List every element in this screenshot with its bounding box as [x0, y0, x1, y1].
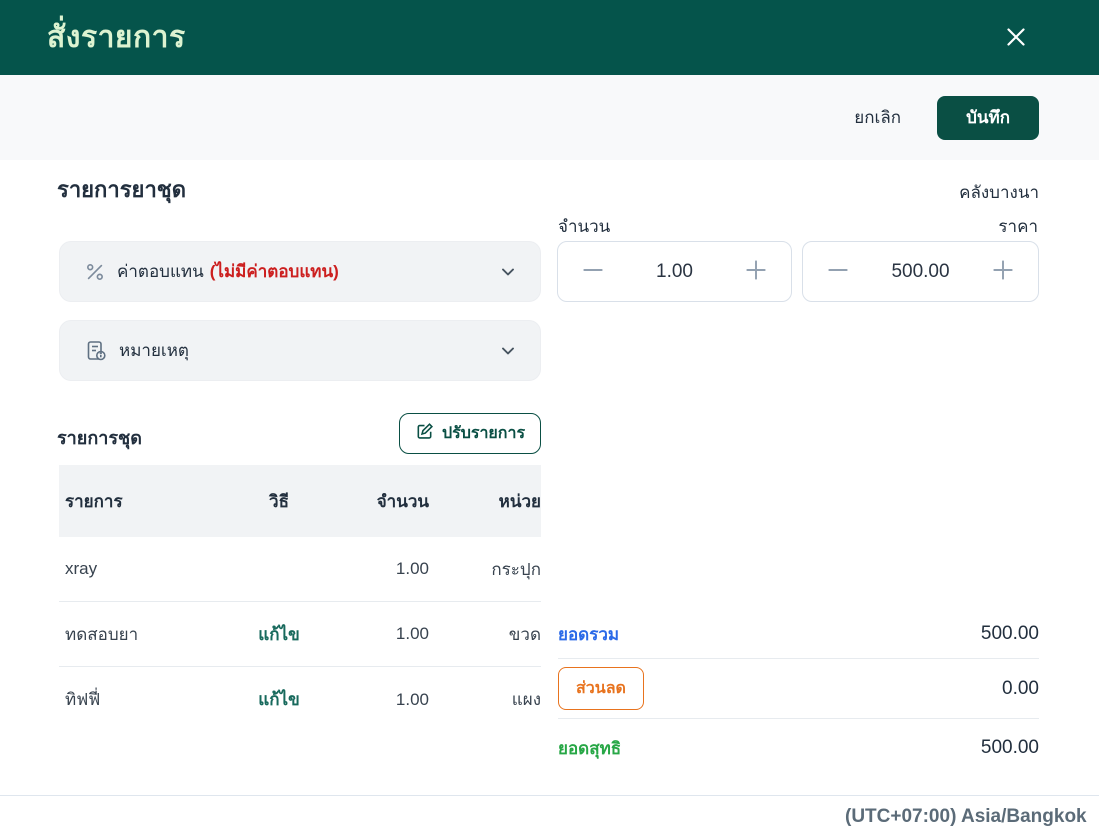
quantity-input[interactable]: 1.00 [656, 261, 693, 283]
price-increment-button[interactable] [990, 257, 1016, 286]
minus-icon [580, 257, 606, 286]
item-unit: แผง [511, 690, 541, 709]
adjust-items-label: ปรับรายการ [441, 425, 526, 442]
item-name: xray [65, 559, 98, 578]
close-button[interactable] [1004, 26, 1028, 50]
chevron-down-icon [498, 341, 518, 361]
dialog-toolbar: ยกเลิก บันทึก [0, 75, 1099, 160]
set-items-title: รายการชุด [57, 428, 142, 448]
discount-button[interactable]: ส่วนลด [558, 667, 644, 710]
col-header-method: วิธี [269, 491, 289, 511]
remark-panel[interactable]: หมายเหตุ [59, 320, 541, 381]
chevron-down-icon [498, 262, 518, 282]
edit-item-link[interactable]: แก้ไข [229, 686, 329, 713]
subtotal-row: ยอดรวม 500.00 [558, 610, 1039, 659]
footer-divider [0, 795, 1099, 796]
item-name: ทดสอบยา [65, 624, 139, 644]
adjust-items-button[interactable]: ปรับรายการ [399, 413, 541, 454]
plus-icon [990, 257, 1016, 286]
quantity-decrement-button[interactable] [580, 257, 606, 286]
col-header-unit: หน่วย [498, 491, 541, 511]
percent-icon [84, 261, 106, 283]
price-label: ราคา [998, 217, 1038, 236]
page-title: รายการยาชุด [57, 177, 187, 202]
edit-item-link[interactable]: แก้ไข [229, 621, 329, 648]
dialog-title: สั่งรายการ [47, 21, 186, 54]
quantity-stepper: 1.00 [557, 241, 792, 302]
net-total-row: ยอดสุทธิ 500.00 [558, 719, 1039, 777]
timezone-label: (UTC+07:00) Asia/Bangkok [845, 806, 1087, 827]
net-total-value: 500.00 [980, 737, 1039, 758]
remark-label: หมายเหตุ [119, 341, 189, 360]
discount-row: ส่วนลด 0.00 [558, 659, 1039, 719]
col-header-qty: จำนวน [376, 491, 429, 511]
item-qty: 1.00 [395, 624, 429, 643]
compensation-label: ค่าตอบแทน [117, 262, 204, 281]
item-qty: 1.00 [395, 559, 429, 578]
note-info-icon [84, 339, 108, 363]
cancel-button[interactable]: ยกเลิก [854, 104, 901, 131]
quantity-label: จำนวน [558, 217, 611, 236]
subtotal-value: 500.00 [980, 623, 1039, 644]
compensation-panel[interactable]: ค่าตอบแทน (ไม่มีค่าตอบแทน) [59, 241, 541, 302]
plus-icon [743, 257, 769, 286]
edit-icon [415, 422, 434, 446]
dialog-header: สั่งรายการ [0, 0, 1099, 75]
table-row: xray 1.00 กระปุก [59, 537, 541, 602]
item-unit: กระปุก [491, 559, 541, 579]
minus-icon [825, 257, 851, 286]
set-items-table: รายการ วิธี จำนวน หน่วย xray 1.00 กระปุก… [59, 465, 541, 732]
order-dialog: สั่งรายการ ยกเลิก บันทึก รายการยาชุด คลั… [0, 0, 1099, 827]
save-button[interactable]: บันทึก [937, 95, 1039, 140]
item-qty: 1.00 [395, 689, 429, 709]
col-header-item: รายการ [65, 491, 123, 511]
table-row: ทิฟฟี่ แก้ไข 1.00 แผง [59, 667, 541, 732]
item-unit: ขวด [508, 624, 541, 644]
price-input[interactable]: 500.00 [891, 261, 949, 283]
price-stepper: 500.00 [802, 241, 1039, 302]
quantity-increment-button[interactable] [743, 257, 769, 286]
table-row: ทดสอบยา แก้ไข 1.00 ขวด [59, 602, 541, 667]
discount-value: 0.00 [1002, 677, 1039, 699]
table-header-row: รายการ วิธี จำนวน หน่วย [59, 465, 541, 537]
totals-section: ยอดรวม 500.00 ส่วนลด 0.00 ยอดสุทธิ 500.0… [558, 610, 1039, 777]
close-icon [1004, 25, 1028, 52]
price-decrement-button[interactable] [825, 257, 851, 286]
compensation-note: (ไม่มีค่าตอบแทน) [209, 262, 339, 281]
warehouse-label: คลังบางนา [959, 183, 1039, 202]
subtotal-label: ยอดรวม [558, 624, 620, 644]
item-name: ทิฟฟี่ [65, 690, 101, 709]
net-total-label: ยอดสุทธิ [558, 738, 622, 758]
